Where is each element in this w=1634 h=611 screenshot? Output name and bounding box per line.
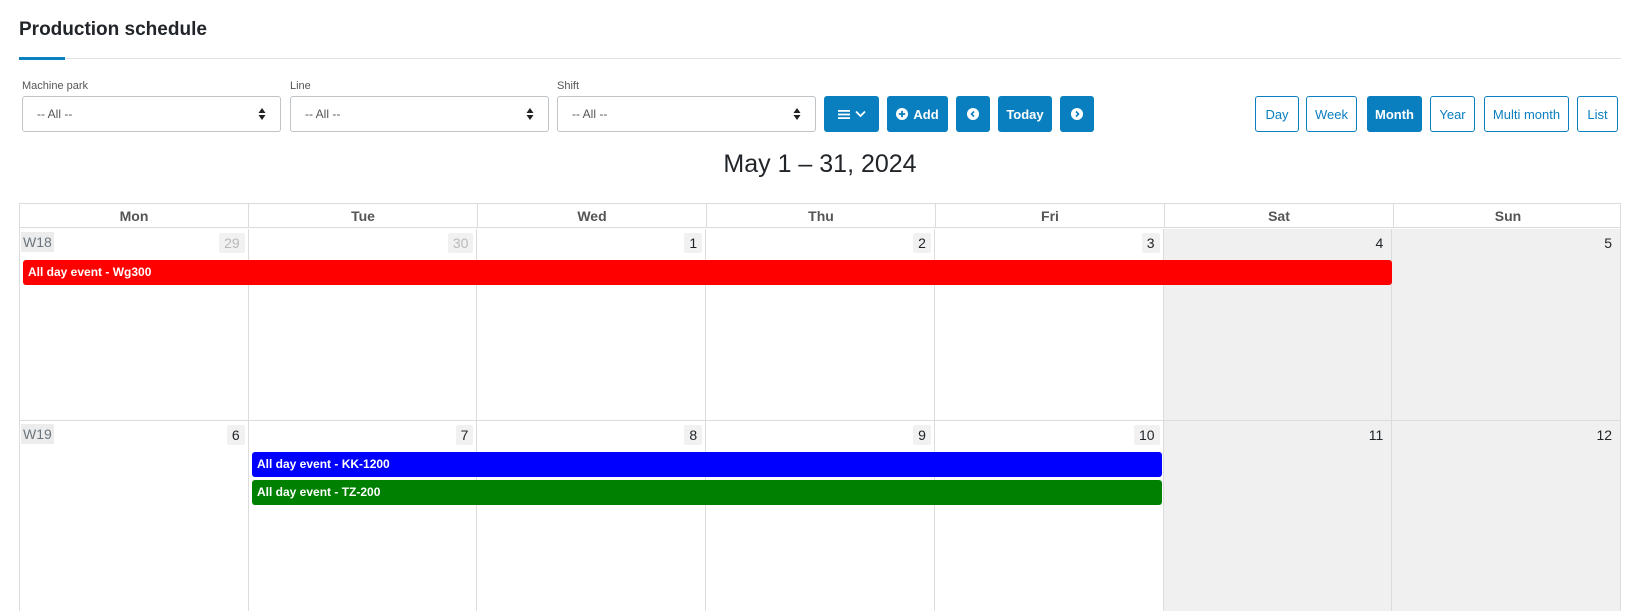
menu-dropdown-button[interactable] [824,96,879,132]
machine-park-value: -- All -- [37,107,73,121]
day-number[interactable]: 7 [455,425,474,445]
weekday-fri: Fri [936,204,1165,228]
calendar-range-title: May 1 – 31, 2024 [723,150,917,178]
weekday-thu: Thu [707,204,936,228]
day-cell[interactable]: 5 [1392,229,1620,420]
day-cell[interactable]: 4 [1163,229,1393,420]
month-calendar: Mon Tue Wed Thu Fri Sat Sun W18 29 30 1 … [19,203,1621,611]
line-select[interactable]: -- All -- [290,96,549,132]
chevron-left-icon [967,108,979,120]
event-tz-200[interactable]: All day event - TZ-200 [252,480,1162,505]
day-number[interactable]: 29 [219,233,245,253]
chevron-right-icon [1071,108,1083,120]
today-button[interactable]: Today [998,96,1052,132]
event-kk-1200[interactable]: All day event - KK-1200 [252,452,1162,477]
day-cell[interactable]: W18 29 [20,229,249,420]
day-number[interactable]: 2 [913,233,931,253]
day-number[interactable]: 6 [226,425,245,445]
day-cell[interactable]: 10 [935,421,1164,611]
day-number[interactable]: 9 [913,425,931,445]
next-button[interactable] [1060,96,1094,132]
day-number[interactable]: 5 [1599,233,1617,253]
sort-arrows-icon [258,108,266,120]
week-row-w18: W18 29 30 1 2 3 4 5 [20,229,1620,420]
prev-button[interactable] [956,96,990,132]
view-list-button[interactable]: List [1577,96,1618,132]
day-number[interactable]: 30 [447,233,474,253]
day-cell[interactable]: 12 [1392,421,1620,611]
weekday-sun: Sun [1494,208,1522,224]
machine-park-select[interactable]: -- All -- [22,96,281,132]
day-cell[interactable]: 11 [1163,421,1393,611]
day-cell[interactable]: 7 [249,421,478,611]
list-icon [837,109,850,119]
sort-arrows-icon [793,108,801,120]
title-divider [19,58,1621,59]
day-number[interactable]: 1 [684,233,703,253]
view-month-button[interactable]: Month [1367,96,1422,132]
weekday-wed: Wed [478,204,707,228]
day-cell[interactable]: W19 6 [20,421,249,611]
day-cell[interactable]: 9 [706,421,935,611]
weekday-mon: Mon [20,204,249,228]
shift-select[interactable]: -- All -- [557,96,816,132]
day-number[interactable]: 10 [1134,425,1160,445]
view-day-button[interactable]: Day [1255,96,1299,132]
today-label: Today [1006,106,1044,122]
plus-circle-icon [896,108,909,120]
week-number[interactable]: W18 [21,232,54,252]
line-value: -- All -- [305,107,341,121]
shift-filter: Shift -- All -- [557,80,816,132]
event-wg300[interactable]: All day event - Wg300 [23,260,1392,285]
day-cell[interactable]: 30 [249,229,478,420]
chevron-down-icon [854,110,866,118]
day-cell[interactable]: 2 [706,229,935,420]
weekday-sat: Sat [1165,204,1394,228]
day-cell[interactable]: 3 [935,229,1164,420]
view-multi-month-button[interactable]: Multi month [1484,96,1569,132]
weekday-tue: Tue [249,204,478,228]
weekday-header: Mon Tue Wed Thu Fri Sat Sun [20,204,1620,228]
shift-label: Shift [557,80,580,92]
page-title: Production schedule [19,19,207,40]
day-number[interactable]: 12 [1591,425,1617,445]
view-year-button[interactable]: Year [1430,96,1475,132]
sort-arrows-icon [526,108,534,120]
day-cell[interactable]: 1 [477,229,707,420]
day-number[interactable]: 3 [1141,233,1160,253]
view-week-button[interactable]: Week [1306,96,1357,132]
add-label: Add [913,106,939,122]
day-cell[interactable]: 8 [477,421,707,611]
week-number[interactable]: W19 [21,424,54,444]
line-label: Line [290,80,311,92]
machine-park-filter: Machine park -- All -- [22,80,281,132]
page-header: Production schedule [19,0,1621,60]
shift-value: -- All -- [572,107,608,121]
machine-park-label: Machine park [22,80,89,92]
day-number[interactable]: 11 [1364,425,1389,445]
line-filter: Line -- All -- [290,80,549,132]
day-number[interactable]: 4 [1371,233,1389,253]
title-accent-bar [19,57,65,60]
add-button[interactable]: Add [887,96,948,132]
day-number[interactable]: 8 [684,425,703,445]
week-row-w19: W19 6 7 8 9 10 11 12 [20,421,1620,611]
